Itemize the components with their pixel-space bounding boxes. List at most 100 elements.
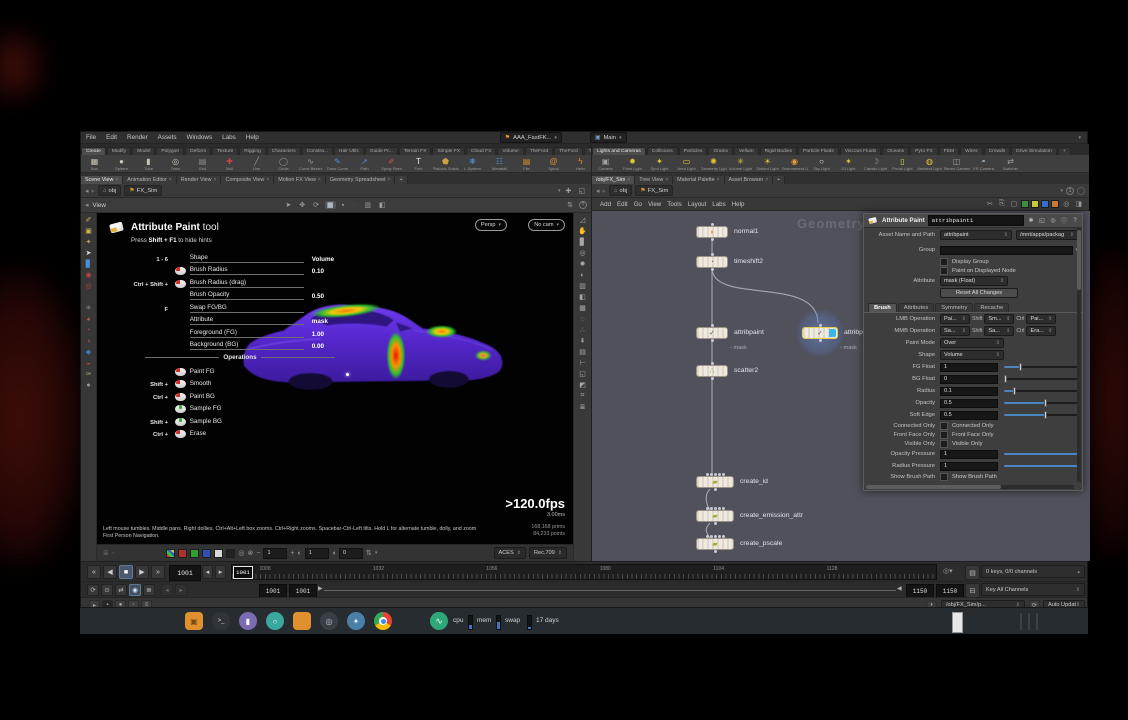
pane-tab[interactable]: Motion FX View× (274, 176, 326, 184)
tick-options-icon[interactable]: ≣ (143, 584, 155, 596)
display-space-dropdown[interactable]: Rec.709⇕ (529, 547, 567, 559)
unlink-badge-icon[interactable] (1077, 187, 1085, 195)
slider-handle[interactable] (1044, 411, 1047, 419)
current-frame-field[interactable]: 1001 (169, 565, 201, 581)
play-reverse-button[interactable]: ◀ (103, 565, 117, 579)
contrast-icon[interactable]: ◐ (298, 550, 302, 557)
shelf-tool-circle[interactable]: ◯Circle (270, 155, 297, 172)
loop-mode-icon[interactable]: ⇄ (115, 584, 127, 596)
forward-icon[interactable]: ▸ (603, 187, 607, 195)
render-icon[interactable]: ◧ (377, 201, 388, 209)
shelf-tab-right[interactable]: Particle Fluids (798, 147, 839, 155)
menu-windows[interactable]: Windows (182, 134, 218, 141)
shelf-tool-ambientlight[interactable]: ◍Ambient Light (916, 155, 943, 172)
close-tab-icon[interactable]: × (169, 177, 172, 183)
blue-swatch[interactable] (202, 549, 211, 558)
display-flag-icon[interactable]: ◆ (83, 347, 94, 357)
search-icon[interactable]: ○ (266, 612, 284, 630)
timeline-zoom-icon[interactable]: ◎▾ (943, 567, 953, 575)
param-value-field[interactable]: 0.5 (940, 399, 998, 408)
param-value-field[interactable]: 0 (940, 375, 998, 384)
node-scatter2[interactable]: ∴ (696, 365, 728, 377)
back-icon[interactable]: ◂ (596, 187, 600, 195)
param-slider[interactable] (1004, 378, 1078, 380)
color-yellow-icon[interactable] (1031, 200, 1039, 208)
range-start-field2[interactable]: 1001 (289, 584, 317, 598)
shelf-tool-stereocam[interactable]: ◫Stereo Camera (943, 155, 970, 172)
pane-tab[interactable]: Scene View× (81, 176, 123, 184)
color-orange-icon[interactable] (1051, 200, 1059, 208)
key-icon[interactable]: ⊟ (965, 583, 980, 598)
window-preview[interactable] (952, 612, 963, 633)
pin-icon[interactable]: ✚ (564, 187, 574, 195)
shelf-tab-right[interactable]: Oceans (882, 147, 909, 155)
network-menu-go[interactable]: Go (631, 201, 645, 208)
help-icon[interactable]: ? (1071, 217, 1079, 225)
link-badge-icon[interactable]: 1 (1066, 187, 1074, 195)
grid-icon[interactable]: ▤ (577, 347, 588, 357)
shelf-tab-right[interactable]: Wires (960, 147, 983, 155)
display-menu-icon[interactable]: ≣ (103, 549, 109, 557)
range-end-field[interactable]: 1150 (906, 584, 934, 598)
follow-playhead-icon[interactable]: ◉ (129, 584, 141, 596)
network-menu-edit[interactable]: Edit (614, 201, 631, 208)
shelf-tab-left[interactable]: Characters (267, 147, 301, 155)
shelf-tool-switcher[interactable]: ⇄Switcher (997, 155, 1024, 172)
op-dropdown-1[interactable]: Pai...⇕ (940, 314, 970, 324)
param-checkbox[interactable] (940, 473, 948, 481)
node-create_emission_attr[interactable]: ▰ (696, 510, 734, 522)
info-icon[interactable]: ⓘ (1060, 217, 1068, 225)
select-arrow-icon[interactable]: ➤ (83, 248, 94, 258)
shelf-tab-right[interactable]: Drive Simulation (1011, 147, 1057, 155)
shelf-tool-envlight[interactable]: ◉Environment Light (781, 155, 808, 172)
display-flag-chip[interactable] (829, 329, 836, 337)
red-swatch[interactable] (178, 549, 187, 558)
shelf-tool-sphere[interactable]: ●Sphere (108, 155, 135, 172)
stop-button[interactable]: ■ (119, 565, 133, 579)
param-dropdown[interactable]: Over⇕ (940, 338, 1004, 348)
shelf-tool-platonic[interactable]: ⬟Platonic Solids (432, 155, 459, 172)
param-value-field[interactable]: 0.5 (940, 411, 998, 420)
network-menu-view[interactable]: View (645, 201, 664, 208)
path-root[interactable]: ⌂obj (609, 185, 632, 196)
select-mode-icon[interactable]: ➤ (283, 201, 293, 209)
lut-dropdown[interactable]: ACES⇕ (494, 547, 526, 559)
param-slider[interactable] (1004, 402, 1078, 404)
attribute-dropdown[interactable]: mask (Float)⇕ (940, 276, 1008, 286)
black-field[interactable]: 0 (339, 548, 363, 559)
menu-edit[interactable]: Edit (101, 134, 122, 141)
shelf-tab-left[interactable]: Constra... (302, 147, 333, 155)
shelf-tab-left[interactable]: Cloud FX (466, 147, 496, 155)
shelf-tab-right[interactable]: FEM (939, 147, 959, 155)
search-icon[interactable]: ◎ (1061, 200, 1071, 208)
shelf-tool-helix[interactable]: ϟHelix (567, 155, 591, 172)
background-icon[interactable]: ▦ (577, 303, 588, 313)
range-end-marker[interactable]: ◀ (897, 585, 902, 592)
display-flag-icon[interactable]: ▫ (112, 550, 114, 557)
snapshot-icon[interactable]: ◧ (577, 292, 588, 302)
param-slider[interactable] (1004, 453, 1078, 455)
points-icon[interactable]: ∴ (577, 325, 588, 335)
archive-icon[interactable]: ▮ (239, 612, 257, 630)
pivot-icon[interactable]: ◎ (577, 248, 588, 258)
projection-pill[interactable]: Persp▾ (475, 219, 507, 231)
param-tab-attributes[interactable]: Attributes (898, 303, 935, 312)
range-start-marker[interactable]: ▶ (318, 585, 323, 592)
network-menu-add[interactable]: Add (597, 201, 614, 208)
shelf-tab-left[interactable]: Texture (212, 147, 238, 155)
pane-tab[interactable]: Composite View× (221, 176, 274, 184)
chevron-down-icon[interactable]: ▾ (375, 550, 378, 556)
shelf-tool-torus[interactable]: ◎Torus (162, 155, 189, 172)
shelf-tab-left[interactable]: Model (132, 147, 155, 155)
plus-icon[interactable]: + (290, 550, 294, 557)
terminal-icon[interactable]: >_ (212, 612, 230, 630)
param-slider[interactable] (1004, 366, 1078, 368)
range-end-field2[interactable]: 1150 (936, 584, 964, 598)
frame-icon[interactable]: ▢ (1009, 200, 1020, 208)
shelf-tab-left[interactable]: TheFord (554, 147, 582, 155)
system-monitor-icon[interactable]: ∿ (430, 612, 448, 630)
path-node[interactable]: ⚑FX_Sim (124, 185, 162, 196)
jump-start-button[interactable]: « (87, 565, 101, 579)
close-tab-icon[interactable]: × (765, 177, 768, 183)
network-menu-layout[interactable]: Layout (685, 201, 710, 208)
